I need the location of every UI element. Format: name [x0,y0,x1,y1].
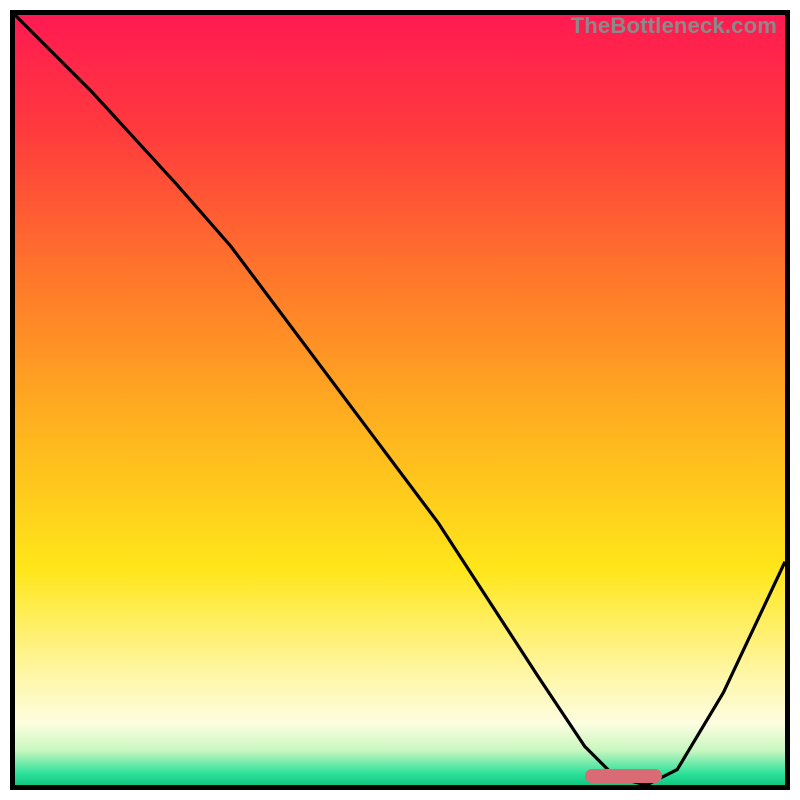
watermark-text: TheBottleneck.com [571,13,777,39]
optimal-range-marker [585,769,662,783]
gradient-background [15,15,785,785]
chart-canvas [15,15,785,785]
chart-frame: TheBottleneck.com [10,10,790,790]
